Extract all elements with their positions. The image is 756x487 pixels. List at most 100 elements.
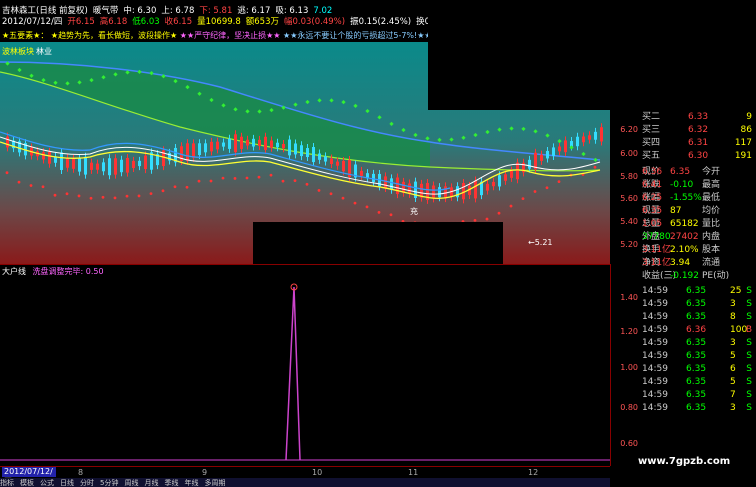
tab-item[interactable]: 月线: [144, 479, 158, 487]
support-dot: [533, 190, 537, 193]
tick-side: S: [746, 299, 752, 309]
bid-label: 买二: [642, 112, 661, 122]
quote-row: 14:59 6.35 3 S: [642, 338, 754, 349]
tick-price: 6.35: [686, 377, 707, 387]
support-dot: [341, 196, 345, 200]
candle-body: [204, 143, 207, 153]
candle-body: [138, 160, 141, 167]
stat-value: 6.35: [670, 167, 691, 177]
tick-volume: 7: [730, 390, 736, 400]
header-row1-field: 中: 6.30: [123, 6, 157, 16]
stat-value: -0.10: [670, 180, 694, 190]
tab-item[interactable]: 多周期: [204, 479, 225, 487]
candle-body: [306, 148, 309, 158]
candle-body: [486, 183, 489, 191]
header-row2-field: 量10699.8: [197, 17, 241, 27]
candle-body: [258, 139, 261, 146]
quote-row: 买二 6.33 9: [642, 112, 754, 123]
candle-body: [324, 156, 327, 162]
candle-body: [594, 131, 597, 140]
bid-volume: 191: [734, 151, 752, 161]
tab-item[interactable]: 年线: [184, 479, 198, 487]
support-dot: [209, 179, 213, 183]
tick-volume: 5: [730, 351, 736, 361]
candle-body: [576, 136, 579, 147]
quote-row: 买三 6.32 86: [642, 125, 754, 136]
tab-item[interactable]: 季线: [164, 479, 178, 487]
support-dot: [509, 204, 513, 208]
stat-value: 27402: [670, 232, 699, 242]
candle-body: [528, 159, 531, 169]
header-row1-field: 吉林森工(日线 前复权): [2, 6, 88, 16]
stat-label: 内盘: [702, 232, 721, 242]
tab-item[interactable]: 分时: [80, 479, 94, 487]
bid-price: 6.33: [688, 112, 709, 122]
support-dot: [521, 197, 525, 201]
indicator-title: 大户线 洗盘调整完毕: 0.50: [2, 266, 104, 277]
stat-value: 3.94: [670, 258, 691, 268]
tick-time: 14:59: [642, 377, 668, 387]
stat-label: 最低: [702, 193, 721, 203]
support-dot: [233, 177, 237, 180]
kline-chart[interactable]: ←5.21 充: [0, 42, 610, 264]
quote-row: 现价 6.35 今开 6.36: [642, 167, 754, 178]
candle-body: [66, 157, 69, 168]
support-dot: [245, 176, 249, 180]
quote-panel: 买二 6.33 9 买三 6.32 86 买四 6.31 117 买五 6.30 191 现价 6.35 今…: [640, 110, 756, 487]
support-dot: [257, 175, 261, 179]
support-dot: [545, 186, 549, 190]
support-dot: [281, 179, 285, 183]
support-dot: [185, 185, 189, 189]
stat-label: PE(动): [702, 271, 730, 281]
tick-side: S: [746, 403, 752, 413]
stat-value: 37780: [642, 232, 671, 242]
indicator-tick: 1.20: [620, 327, 638, 336]
candle-body: [546, 150, 549, 159]
stat-label: 今开: [702, 167, 721, 177]
tab-item[interactable]: 指标: [0, 479, 14, 487]
stat-label: 量比: [702, 219, 721, 229]
support-dot: [293, 179, 297, 183]
quote-row: 14:59 6.35 25 S: [642, 286, 754, 297]
candle-body: [78, 158, 81, 172]
candle-body: [276, 142, 279, 148]
tick-side: S: [746, 364, 752, 374]
indicator-pane[interactable]: [0, 264, 610, 466]
stat-value: -0.192: [670, 271, 700, 281]
indicator-tick: 0.80: [620, 403, 638, 412]
bid-label: 买三: [642, 125, 661, 135]
support-dot: [113, 196, 117, 200]
tab-item[interactable]: 周线: [124, 479, 138, 487]
support-dot: [53, 193, 57, 197]
header-row2-field: 换0.34%: [416, 17, 428, 27]
support-dot: [65, 192, 69, 196]
tick-time: 14:59: [642, 338, 668, 348]
stat-value: 6.35: [642, 206, 663, 216]
candle-body: [108, 158, 111, 176]
header-row1-field: 下: 5.81: [199, 6, 233, 16]
support-dot: [149, 192, 153, 196]
tick-price: 6.35: [686, 299, 707, 309]
tab-item[interactable]: 模板: [20, 479, 34, 487]
candle-body: [186, 143, 189, 161]
tick-time: 14:59: [642, 325, 668, 335]
header-row1-field: 7.02: [313, 6, 333, 16]
tick-side: S: [746, 338, 752, 348]
header-row1-field: 暖气带: [92, 6, 119, 16]
low-marker: ←5.21: [528, 238, 553, 247]
support-dot: [365, 205, 369, 209]
tab-item[interactable]: 5分钟: [100, 479, 118, 487]
tick-volume: 8: [730, 312, 736, 322]
indicator-tick: 1.00: [620, 363, 638, 372]
tick-volume: 3: [730, 338, 736, 348]
price-tick: 5.40: [620, 217, 638, 226]
quote-row: 换手 2.10% 股本 3.11亿: [642, 245, 754, 256]
tab-item[interactable]: 日线: [60, 479, 74, 487]
candle-body: [390, 178, 393, 190]
tick-price: 6.35: [686, 312, 707, 322]
quote-row: 14:59 6.35 5 S: [642, 377, 754, 388]
candle-body: [564, 140, 567, 153]
stat-value: 87: [670, 206, 682, 216]
tick-price: 6.35: [686, 286, 707, 296]
tab-item[interactable]: 公式: [40, 479, 54, 487]
